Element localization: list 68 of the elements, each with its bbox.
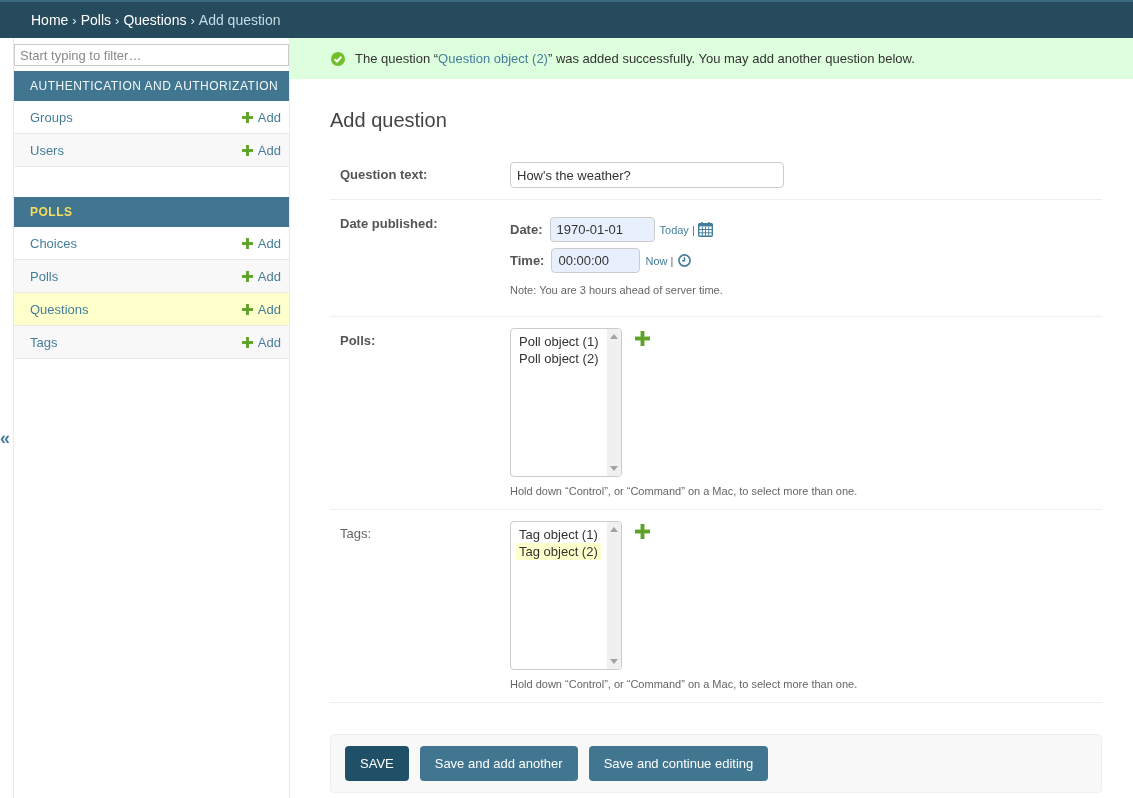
date-field[interactable]: 1970-01-01 bbox=[549, 217, 655, 242]
app-caption[interactable]: POLLS bbox=[14, 197, 289, 227]
add-link[interactable]: Add bbox=[241, 142, 281, 158]
scrollbar[interactable] bbox=[607, 329, 621, 476]
select-option[interactable]: Poll object (1) bbox=[516, 333, 602, 350]
select-option[interactable]: Tag object (2) bbox=[516, 543, 601, 560]
plus-icon[interactable] bbox=[635, 331, 650, 346]
breadcrumb-link[interactable]: Questions bbox=[123, 12, 187, 28]
add-link[interactable]: Add bbox=[241, 334, 281, 350]
app-caption[interactable]: AUTHENTICATION AND AUTHORIZATION bbox=[14, 71, 289, 101]
select-option[interactable]: Tag object (1) bbox=[516, 526, 601, 543]
breadcrumb-link[interactable]: Home bbox=[31, 12, 69, 28]
model-link[interactable]: Polls bbox=[30, 268, 59, 284]
save-button[interactable]: SAVE bbox=[345, 746, 409, 781]
check-circle-icon bbox=[331, 51, 345, 66]
up-arrow-icon[interactable] bbox=[610, 334, 618, 339]
shortcut-separator: | bbox=[691, 223, 695, 236]
field-label: Date published: bbox=[340, 215, 439, 232]
plus-icon bbox=[241, 270, 253, 282]
filter-field[interactable]: Start typing to filter… bbox=[14, 44, 289, 66]
object-link[interactable]: Question object (2) bbox=[438, 51, 548, 66]
field-label: Question text: bbox=[340, 166, 429, 183]
secondary-save-button[interactable]: Save and continue editing bbox=[588, 746, 769, 781]
help-text: Hold down “Control”, or “Command” on a Mac, to select more than one. bbox=[510, 485, 859, 498]
secondary-save-button[interactable]: Save and add another bbox=[419, 746, 578, 781]
shortcut-link[interactable]: Now bbox=[645, 254, 668, 267]
clock-icon[interactable] bbox=[678, 254, 692, 267]
field-label: Time: bbox=[510, 253, 545, 268]
scrollbar[interactable] bbox=[607, 522, 621, 669]
model-link[interactable]: Tags bbox=[30, 334, 58, 350]
time-field[interactable]: 00:00:00 bbox=[551, 248, 641, 273]
plus-icon bbox=[241, 111, 253, 123]
up-arrow-icon[interactable] bbox=[610, 527, 618, 532]
down-arrow-icon[interactable] bbox=[610, 659, 618, 664]
breadcrumb-separator: › bbox=[190, 12, 195, 28]
field-label: Date: bbox=[510, 222, 543, 237]
calendar-icon[interactable] bbox=[697, 222, 713, 237]
plus-icon bbox=[241, 144, 253, 156]
text-field[interactable]: How's the weather? bbox=[510, 162, 784, 188]
field-label: Tags: bbox=[340, 525, 373, 542]
breadcrumb-separator: › bbox=[115, 12, 120, 28]
add-link[interactable]: Add bbox=[241, 301, 281, 317]
add-link[interactable]: Add bbox=[241, 268, 281, 284]
help-text: Hold down “Control”, or “Command” on a Mac, to select more than one. bbox=[510, 678, 859, 691]
add-link[interactable]: Add bbox=[241, 109, 281, 125]
breadcrumb-separator: › bbox=[72, 12, 77, 28]
plus-icon bbox=[241, 237, 253, 249]
plus-icon bbox=[241, 336, 253, 348]
model-link[interactable]: Choices bbox=[30, 235, 77, 251]
multi-select-field[interactable]: Tag object (1) Tag object (2) bbox=[510, 521, 622, 670]
shortcut-separator: | bbox=[670, 254, 674, 267]
shortcut-link[interactable]: Today bbox=[659, 223, 689, 236]
multi-select-field[interactable]: Poll object (1) Poll object (2) bbox=[510, 328, 622, 477]
select-option[interactable]: Poll object (2) bbox=[516, 350, 602, 367]
down-arrow-icon[interactable] bbox=[610, 466, 618, 471]
page-title: Add question bbox=[330, 108, 447, 132]
plus-icon bbox=[241, 303, 253, 315]
field-label: Polls: bbox=[340, 332, 377, 349]
help-text: Note: You are 3 hours ahead of server time. bbox=[510, 284, 724, 297]
model-link[interactable]: Questions bbox=[30, 301, 89, 317]
breadcrumb-link[interactable]: Polls bbox=[80, 12, 112, 28]
sidebar-toggle-button[interactable]: « bbox=[0, 426, 13, 450]
plus-icon[interactable] bbox=[635, 524, 650, 539]
success-message: The question “Question object (2)” was added successfully. You may add another question below. bbox=[355, 51, 915, 66]
add-link[interactable]: Add bbox=[241, 235, 281, 251]
model-link[interactable]: Users bbox=[30, 142, 64, 158]
breadcrumb-current: Add question bbox=[198, 12, 281, 28]
model-link[interactable]: Groups bbox=[30, 109, 73, 125]
